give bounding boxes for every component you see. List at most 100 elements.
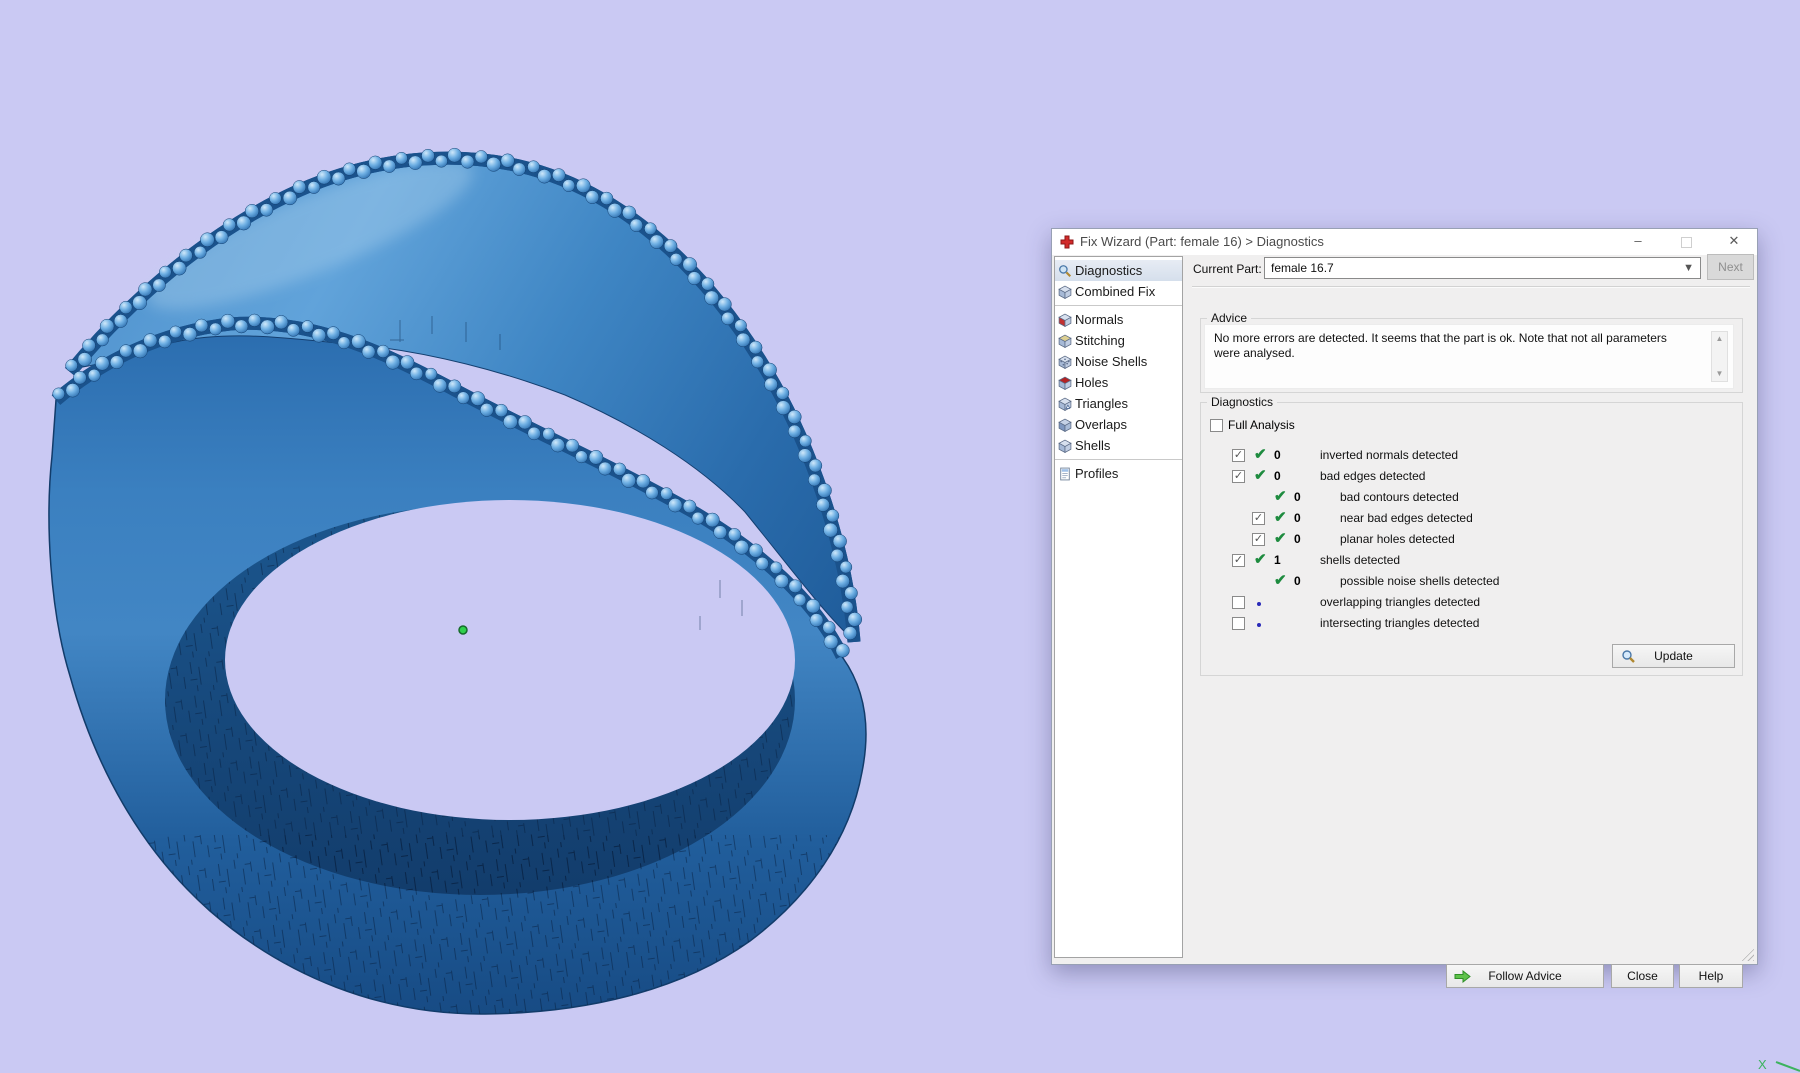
diagnostic-row: ✓✔1shells detected (1232, 549, 1734, 570)
advice-text: No more errors are detected. It seems th… (1214, 331, 1684, 361)
cube-red-front-icon (1058, 313, 1072, 327)
fix-pages-sidebar: Diagnostics Combined Fix Normals Stitchi… (1054, 256, 1183, 958)
row-checkbox[interactable]: ✓ (1232, 470, 1245, 483)
sidebar-item-normals[interactable]: Normals (1055, 309, 1182, 330)
detected-count: 0 (1274, 469, 1320, 483)
diagnostic-row: ✔0possible noise shells detected (1232, 570, 1734, 591)
sidebar-item-label: Holes (1075, 375, 1108, 390)
sidebar-item-holes[interactable]: Holes (1055, 372, 1182, 393)
status-pending-icon (1257, 623, 1261, 627)
diagnostic-label: planar holes detected (1340, 532, 1455, 546)
fix-wizard-window: Fix Wizard (Part: female 16) > Diagnosti… (1051, 228, 1758, 965)
window-title: Fix Wizard (Part: female 16) > Diagnosti… (1080, 229, 1324, 255)
sidebar-item-label: Normals (1075, 312, 1123, 327)
sidebar-group: Normals Stitching Noise Shells Holes Tri… (1055, 305, 1182, 459)
sidebar-item-label: Combined Fix (1075, 284, 1155, 299)
status-ok-icon: ✔ (1274, 488, 1287, 505)
next-button[interactable]: Next (1707, 254, 1754, 280)
sidebar-item-diagnostics[interactable]: Diagnostics (1055, 260, 1182, 281)
status-ok-icon: ✔ (1254, 446, 1267, 463)
status-pending-icon (1257, 602, 1261, 606)
sidebar-item-triangles[interactable]: Triangles (1055, 393, 1182, 414)
status-ok-icon: ✔ (1254, 467, 1267, 484)
follow-advice-button[interactable]: Follow Advice (1446, 964, 1604, 988)
diagnostic-label: bad edges detected (1320, 469, 1425, 483)
diagnostic-row: ✓✔0planar holes detected (1232, 528, 1734, 549)
sidebar-item-overlaps[interactable]: Overlaps (1055, 414, 1182, 435)
cube-triangle-icon (1058, 397, 1072, 411)
advice-scrollbar[interactable]: ▲ ▼ (1711, 331, 1728, 382)
row-checkbox[interactable]: ✓ (1232, 449, 1245, 462)
diagnostic-label: shells detected (1320, 553, 1400, 567)
advice-textbox: No more errors are detected. It seems th… (1204, 324, 1734, 389)
diagnostic-row: ✓ ✔ 0inverted normals detected (1232, 444, 1734, 465)
advice-group: Advice No more errors are detected. It s… (1200, 318, 1743, 393)
sidebar-item-label: Stitching (1075, 333, 1125, 348)
magnifier-icon (1621, 649, 1636, 664)
toolbar-separator (1192, 286, 1750, 288)
row-checkbox[interactable] (1232, 617, 1245, 630)
status-ok-icon: ✔ (1254, 551, 1267, 568)
detected-count: 0 (1294, 574, 1340, 588)
cube-speckled-icon (1058, 355, 1072, 369)
update-button[interactable]: Update (1612, 644, 1735, 668)
application-stage: X Fix Wizard (Part: female 16) > Diagnos… (0, 0, 1800, 1073)
diagnostic-label: intersecting triangles detected (1320, 616, 1479, 630)
row-checkbox[interactable]: ✓ (1232, 554, 1245, 567)
status-ok-icon: ✔ (1274, 530, 1287, 547)
cube-dark-icon (1058, 418, 1072, 432)
sidebar-item-noise-shells[interactable]: Noise Shells (1055, 351, 1182, 372)
detected-count: 0 (1294, 511, 1340, 525)
close-window-button[interactable]: ✕ (1718, 229, 1750, 255)
current-part-label: Current Part: (1193, 262, 1262, 276)
sidebar-group: Profiles (1055, 459, 1182, 487)
minimize-button[interactable]: – (1622, 229, 1654, 255)
sidebar-item-profiles[interactable]: Profiles (1055, 463, 1182, 484)
cube-red-top-icon (1058, 376, 1072, 390)
sidebar-item-label: Noise Shells (1075, 354, 1147, 369)
cube-light-icon (1058, 439, 1072, 453)
view-center-marker (459, 626, 467, 634)
sidebar-item-label: Triangles (1075, 396, 1128, 411)
full-analysis-row: Full Analysis (1210, 418, 1295, 432)
dialog-body: Diagnostics Combined Fix Normals Stitchi… (1052, 255, 1757, 964)
chevron-down-icon: ▼ (1683, 258, 1694, 278)
sidebar-item-stitching[interactable]: Stitching (1055, 330, 1182, 351)
help-button[interactable]: Help (1679, 964, 1743, 988)
scroll-down-icon[interactable]: ▼ (1712, 367, 1727, 381)
scroll-up-icon[interactable]: ▲ (1712, 332, 1727, 346)
update-label: Update (1654, 649, 1693, 663)
document-icon (1058, 467, 1072, 481)
diagnostics-group-label: Diagnostics (1207, 395, 1277, 409)
sidebar-item-combined-fix[interactable]: Combined Fix (1055, 281, 1182, 302)
sidebar-item-shells[interactable]: Shells (1055, 435, 1182, 456)
detected-count: 0 (1274, 448, 1320, 462)
current-part-combobox[interactable]: female 16.7 ▼ (1264, 257, 1701, 279)
status-ok-icon: ✔ (1274, 572, 1287, 589)
resize-grip[interactable] (1740, 947, 1754, 961)
diagnostics-group: Diagnostics Full Analysis ✓✔0inverted no… (1200, 402, 1743, 676)
maximize-icon (1681, 237, 1692, 248)
cube-light-icon (1058, 285, 1072, 299)
maximize-button[interactable] (1670, 229, 1702, 255)
diagnostic-row: ✓ ✔ 0bad edges detected (1232, 465, 1734, 486)
axis-x-label: X (1758, 1057, 1767, 1072)
row-checkbox[interactable]: ✓ (1252, 533, 1265, 546)
diagnostic-label: near bad edges detected (1340, 511, 1473, 525)
title-bar[interactable]: Fix Wizard (Part: female 16) > Diagnosti… (1052, 229, 1757, 256)
advice-group-label: Advice (1207, 311, 1251, 325)
follow-advice-label: Follow Advice (1488, 969, 1561, 983)
row-checkbox[interactable]: ✓ (1252, 512, 1265, 525)
close-button[interactable]: Close (1611, 964, 1674, 988)
full-analysis-label: Full Analysis (1228, 418, 1295, 432)
full-analysis-checkbox[interactable] (1210, 419, 1223, 432)
diagnostic-row: overlapping triangles detected (1232, 591, 1734, 612)
row-checkbox[interactable] (1232, 596, 1245, 609)
sidebar-item-label: Overlaps (1075, 417, 1127, 432)
diagnostic-label: bad contours detected (1340, 490, 1459, 504)
cube-tan-top-icon (1058, 334, 1072, 348)
current-part-value: female 16.7 (1271, 261, 1334, 275)
diagnostic-label: inverted normals detected (1320, 448, 1458, 462)
status-ok-icon: ✔ (1274, 509, 1287, 526)
diagnostic-label: overlapping triangles detected (1320, 595, 1480, 609)
